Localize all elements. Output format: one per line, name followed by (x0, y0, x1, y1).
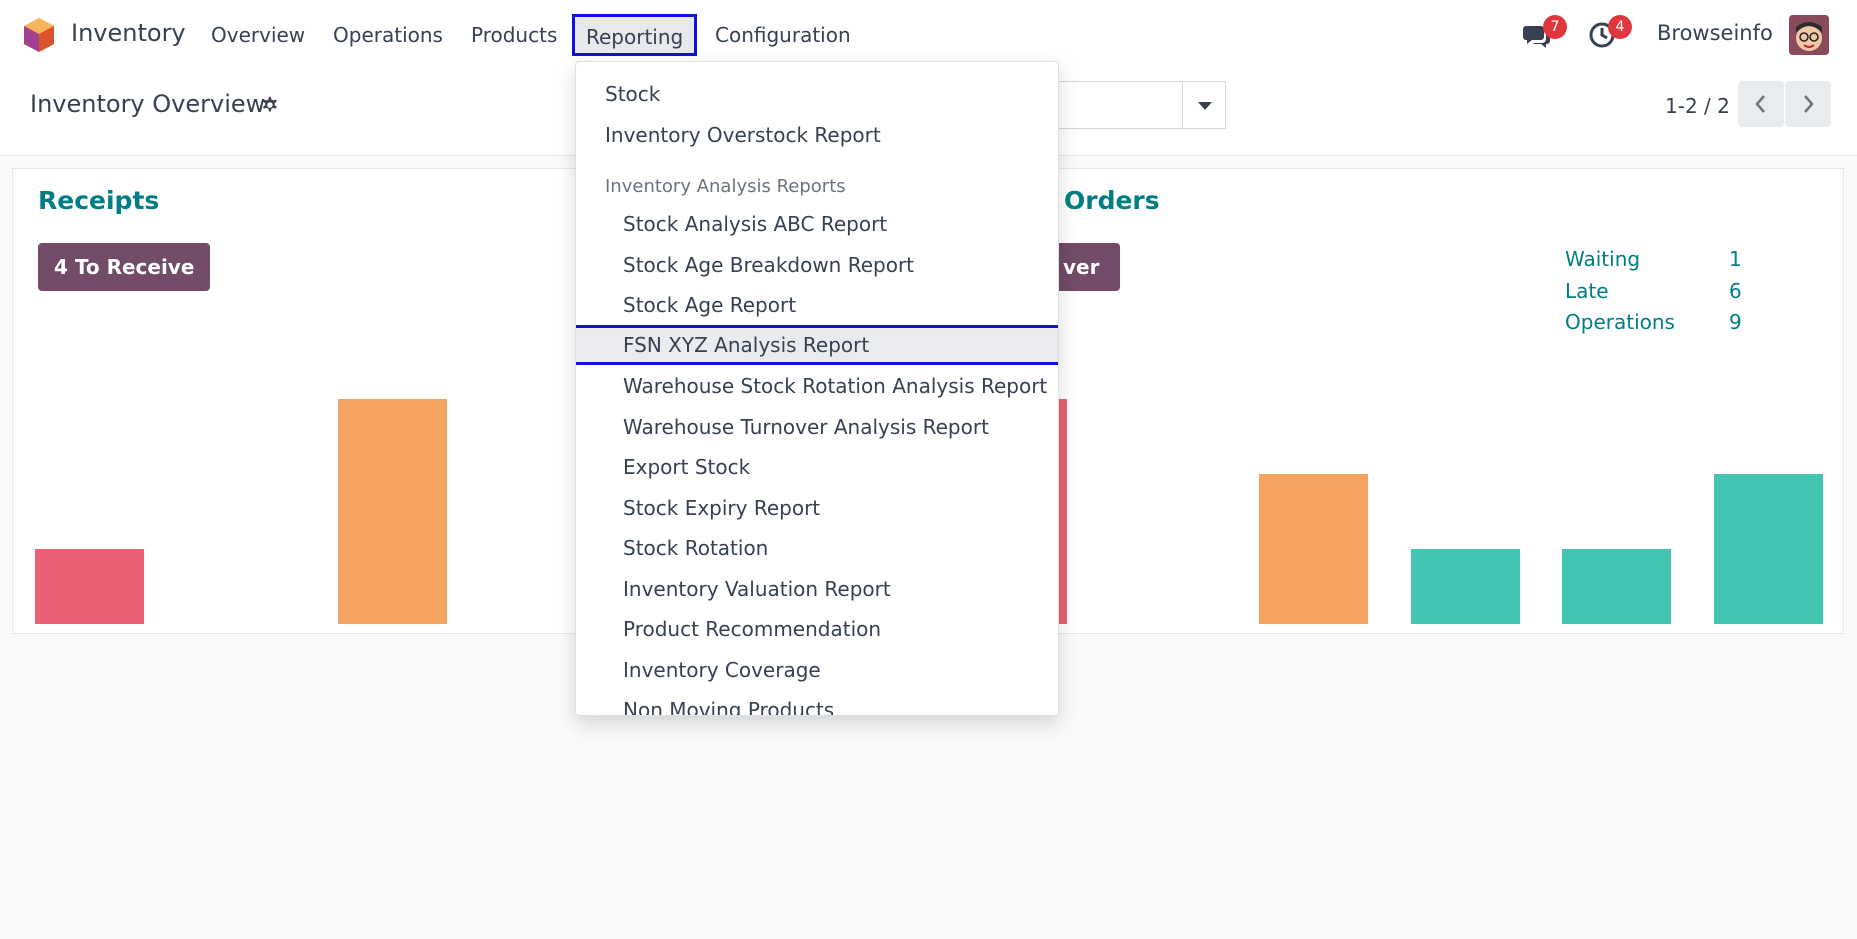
inventory-logo-icon[interactable] (22, 17, 56, 53)
menu-overview[interactable]: Overview (205, 21, 311, 49)
orders-bar-4[interactable] (1562, 549, 1671, 624)
orders-bar-2[interactable] (1259, 474, 1368, 624)
stat-late-value[interactable]: 6 (1729, 279, 1742, 303)
stat-operations-value[interactable]: 9 (1729, 310, 1742, 334)
stat-waiting-label[interactable]: Waiting (1565, 247, 1640, 271)
messages-badge: 7 (1543, 15, 1567, 39)
stat-operations-label[interactable]: Operations (1565, 310, 1675, 334)
menu-products[interactable]: Products (465, 21, 563, 49)
menu-item-stock[interactable]: Stock (576, 74, 1058, 114)
menu-item-non-moving-products[interactable]: Non Moving Products (576, 690, 1058, 715)
menu-item-warehouse-turnover[interactable]: Warehouse Turnover Analysis Report (576, 407, 1058, 447)
activities-badge: 4 (1608, 15, 1632, 39)
search-options-toggle[interactable] (1182, 81, 1226, 129)
reporting-dropdown: Stock Inventory Overstock Report Invento… (575, 61, 1059, 716)
stat-late-label[interactable]: Late (1565, 279, 1609, 303)
chevron-right-icon (1804, 95, 1814, 113)
menu-item-overstock-report[interactable]: Inventory Overstock Report (576, 115, 1058, 155)
menu-item-stock-analysis-abc[interactable]: Stock Analysis ABC Report (576, 204, 1058, 244)
menu-item-product-recommendation[interactable]: Product Recommendation (576, 609, 1058, 649)
orders-bar-5[interactable] (1714, 474, 1823, 624)
menu-item-inventory-valuation[interactable]: Inventory Valuation Report (576, 569, 1058, 609)
menu-item-stock-age[interactable]: Stock Age Report (576, 285, 1058, 325)
menu-configuration[interactable]: Configuration (709, 21, 857, 49)
chevron-left-icon (1755, 95, 1765, 113)
menu-item-stock-age-breakdown[interactable]: Stock Age Breakdown Report (576, 245, 1058, 285)
orders-title[interactable]: Orders (1064, 186, 1160, 215)
menu-reporting[interactable]: Reporting (572, 14, 698, 56)
menu-operations[interactable]: Operations (327, 21, 449, 49)
to-receive-button[interactable]: 4 To Receive (38, 243, 211, 291)
user-avatar[interactable] (1789, 15, 1829, 55)
menu-item-inventory-coverage[interactable]: Inventory Coverage (576, 650, 1058, 690)
orders-bar-3[interactable] (1411, 549, 1520, 624)
caret-down-icon (1198, 102, 1212, 110)
gear-icon[interactable] (258, 94, 280, 116)
menu-item-export-stock[interactable]: Export Stock (576, 447, 1058, 487)
receipts-bar-1[interactable] (35, 549, 144, 624)
stat-waiting-value[interactable]: 1 (1729, 247, 1742, 271)
app-name[interactable]: Inventory (71, 19, 186, 47)
pager-value[interactable]: 1-2 / 2 (1665, 94, 1730, 118)
company-name[interactable]: Browseinfo (1657, 21, 1773, 45)
pager-previous-button[interactable] (1738, 81, 1784, 127)
receipts-title[interactable]: Receipts (38, 186, 159, 215)
menu-item-warehouse-stock-rotation[interactable]: Warehouse Stock Rotation Analysis Report (576, 366, 1058, 406)
menu-item-fsn-xyz-analysis[interactable]: FSN XYZ Analysis Report (576, 325, 1058, 365)
menu-item-stock-expiry[interactable]: Stock Expiry Report (576, 488, 1058, 528)
to-deliver-button[interactable]: ver (1049, 243, 1120, 291)
avatar-face-icon (1789, 15, 1829, 55)
receipts-bar-2[interactable] (338, 399, 447, 624)
page-title: Inventory Overview (30, 90, 266, 118)
pager-next-button[interactable] (1785, 81, 1831, 127)
menu-section-header: Inventory Analysis Reports (605, 176, 846, 197)
menu-item-stock-rotation[interactable]: Stock Rotation (576, 528, 1058, 568)
